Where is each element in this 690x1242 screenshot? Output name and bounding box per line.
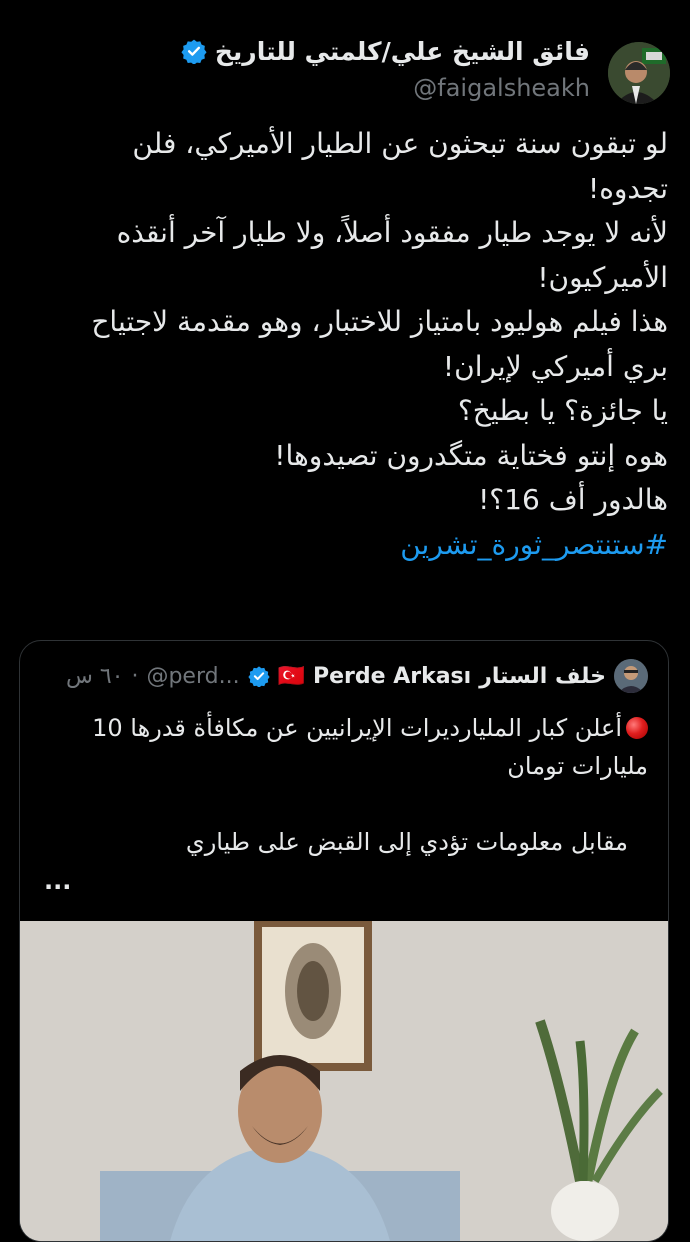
tweet-line: هذا فيلم هوليود بامتياز للاختبار، وهو مق… [91, 305, 668, 338]
author-avatar[interactable] [608, 42, 670, 104]
turkey-flag-icon: 🇹🇷 [277, 663, 305, 689]
quoted-line: أعلن كبار المليارديرات الإيرانيين عن مكا… [44, 709, 648, 747]
author-name[interactable]: فائق الشيخ علي/كلمتي للتاريخ [215, 37, 590, 66]
red-circle-emoji-icon [626, 717, 648, 739]
quoted-line: مقابل معلومات تؤدي إلى القبض على طياري [185, 828, 628, 856]
quoted-author-avatar[interactable] [614, 659, 648, 693]
quoted-text: أعلن كبار المليارديرات الإيرانيين عن مكا… [44, 709, 648, 861]
author-name-row[interactable]: فائق الشيخ علي/كلمتي للتاريخ [181, 34, 590, 68]
quoted-tweet-card[interactable]: خلف الستار Perde Arkası 🇹🇷 @perd... · ٦٠… [19, 640, 669, 1242]
tweet-line: تجدوه! [588, 171, 668, 205]
show-more-ellipsis[interactable]: ... [44, 867, 71, 895]
quoted-line-text: أعلن كبار المليارديرات الإيرانيين عن مكا… [92, 714, 622, 742]
video-frame-image [20, 921, 668, 1241]
verified-badge-icon [181, 38, 207, 65]
quoted-author-name[interactable]: خلف الستار [479, 664, 606, 689]
tweet-line: لأنه لا يوجد طيار مفقود أصلاً، ولا طيار … [116, 216, 668, 249]
tweet-line: الأميركيون! [537, 260, 668, 294]
tweet-line: يا جائزة؟ يا بطيخ؟ [457, 394, 668, 427]
tweet-line: هالدور أف 16؟! [478, 483, 668, 516]
quoted-line: مليارات تومان [507, 752, 648, 780]
quoted-video-thumbnail[interactable] [20, 921, 668, 1241]
tweet-line: هوه إنتو فختاية متگدرون تصيدوها! [274, 438, 668, 472]
tweet-line: لو تبقون سنة تبحثون عن الطيار الأميركي، … [132, 127, 668, 160]
quoted-header: خلف الستار Perde Arkası 🇹🇷 @perd... · ٦٠… [66, 659, 648, 693]
tweet-text: لو تبقون سنة تبحثون عن الطيار الأميركي، … [20, 122, 668, 567]
quoted-author-handle[interactable]: @perd... [146, 664, 239, 689]
tweet-line: بري أميركي لإيران! [442, 349, 668, 383]
hashtag-link[interactable]: #ستنتصر_ثورة_تشرين [20, 523, 668, 568]
quoted-timestamp[interactable]: ٦٠ س [66, 664, 124, 689]
quoted-author-name-latin[interactable]: Perde Arkası [313, 664, 471, 689]
quoted-separator: · [131, 663, 139, 689]
author-handle[interactable]: @faigalsheakh [413, 74, 590, 102]
verified-badge-icon [247, 665, 270, 688]
quoted-spacer [44, 785, 648, 823]
